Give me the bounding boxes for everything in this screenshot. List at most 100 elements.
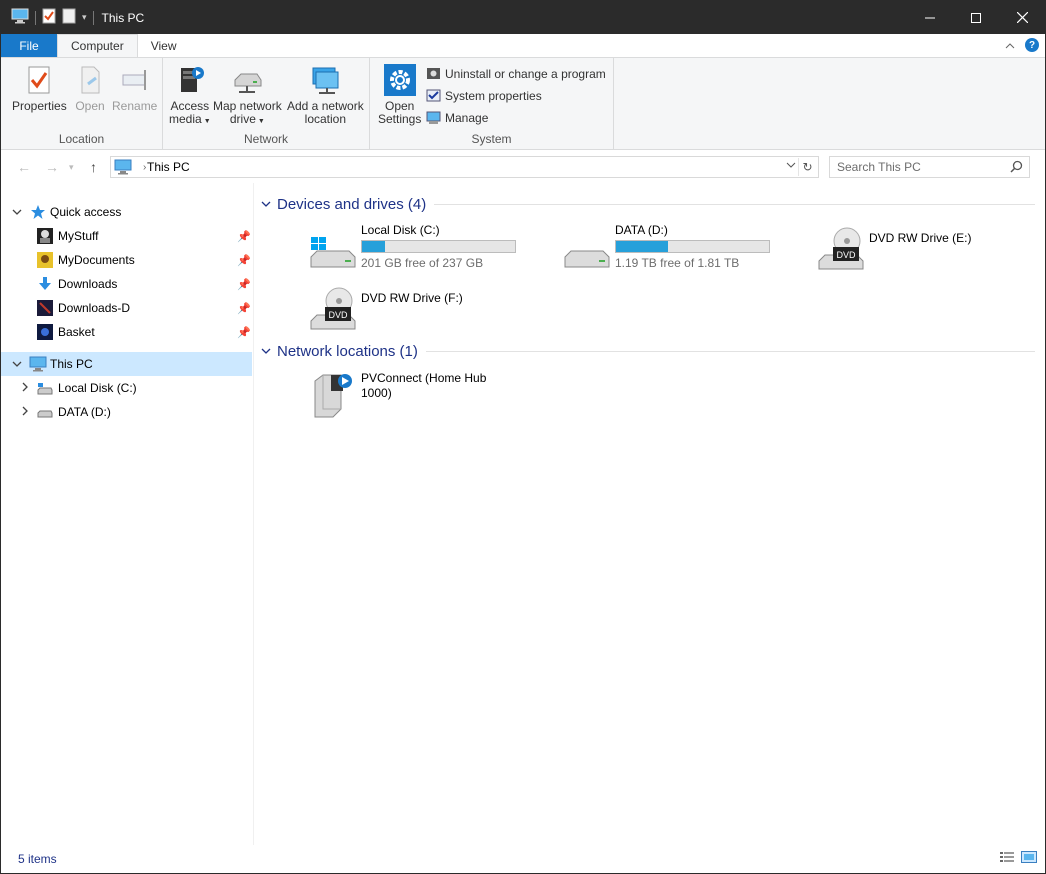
recent-locations-icon[interactable]: ▾ [69,162,74,173]
network-group-header[interactable]: Network locations (1) [261,341,1035,361]
properties-qa-icon[interactable] [42,8,56,27]
svg-text:DVD: DVD [328,310,348,320]
system-drive-icon [37,380,53,396]
drive-free-space: 201 GB free of 237 GB [361,256,484,270]
tab-view[interactable]: View [138,34,190,57]
pin-icon[interactable]: 📌 [237,278,251,291]
mydocuments-folder-icon [37,252,53,268]
nav-quick-item[interactable]: MyDocuments 📌 [1,248,252,272]
breadcrumb-chevron-icon[interactable]: › [143,162,146,173]
open-button[interactable]: Open [74,64,106,113]
address-dropdown-icon[interactable] [786,160,796,171]
svg-text:DVD: DVD [836,250,856,260]
help-icon[interactable]: ? [1025,38,1039,52]
rename-button[interactable]: Rename [112,64,157,113]
nav-quick-item[interactable]: Basket 📌 [1,320,252,344]
computer-management-icon [426,111,441,124]
collapse-chevron-icon[interactable] [261,345,277,357]
minimize-button[interactable] [907,1,953,34]
network-drive-icon [234,73,262,93]
rename-icon [122,70,146,90]
pin-icon[interactable]: 📌 [237,230,251,243]
qa-customize-icon[interactable]: ▾ [82,12,87,23]
refresh-icon[interactable]: ↻ [798,158,816,176]
window-controls [907,1,1045,34]
ribbon-controls: ? [1005,38,1039,52]
pin-icon[interactable]: 📌 [237,302,251,315]
media-server-icon [180,67,204,92]
properties-icon [28,66,50,94]
details-view-icon[interactable] [999,850,1015,867]
drive-tile-f[interactable]: DVD DVD RW Drive (F:) [309,283,463,331]
tab-computer[interactable]: Computer [57,34,138,57]
download-arrow-icon [37,276,53,292]
system-properties-button[interactable]: System properties [426,88,542,103]
expand-chevron-icon[interactable] [19,406,31,419]
computer-icon[interactable] [11,8,29,27]
drive-name: DATA (D:) [615,223,668,237]
mystuff-folder-icon [37,228,53,244]
network-location-name-cont: 1000) [361,386,392,400]
ribbon: Properties Open Rename Location Access m… [1,57,1045,150]
drive-name: DVD RW Drive (E:) [869,231,972,245]
ribbon-tabs: File Computer View ? [1,34,1045,57]
collapse-chevron-icon[interactable] [261,198,277,210]
tab-file[interactable]: File [1,34,57,57]
nav-drive-c[interactable]: Local Disk (C:) [1,376,252,400]
collapse-ribbon-icon[interactable] [1005,38,1015,52]
nav-quick-item[interactable]: Downloads-D 📌 [1,296,252,320]
nav-quick-item[interactable]: Downloads 📌 [1,272,252,296]
network-location-tile[interactable]: PVConnect (Home Hub 1000) [309,371,486,419]
nav-drive-d[interactable]: DATA (D:) [1,400,252,424]
access-media-button[interactable]: Access media ▼ [169,64,211,128]
system-group-label: System [471,132,512,146]
navigation-bar: ← → ▾ ↑ › This PC ↻ Search This PC [1,151,1045,183]
divider [434,203,1035,205]
new-folder-qa-icon[interactable] [62,8,76,27]
pin-icon[interactable]: 📌 [237,254,251,267]
network-location-name: PVConnect (Home Hub [361,371,487,385]
collapse-chevron-icon[interactable] [11,359,23,370]
pin-icon[interactable]: 📌 [237,326,251,339]
drive-icon [564,250,610,268]
add-network-location-button[interactable]: Add a network location [287,64,364,126]
back-arrow-icon[interactable]: ← [17,159,31,175]
nav-this-pc[interactable]: This PC [1,352,252,376]
up-arrow-icon[interactable]: ↑ [90,159,97,175]
dvd-drive-icon: DVD [818,227,864,270]
address-bar[interactable]: › This PC ↻ [110,156,819,178]
maximize-button[interactable] [953,1,999,34]
nav-quick-access[interactable]: Quick access [1,200,252,224]
collapse-chevron-icon[interactable] [11,207,23,218]
view-switcher [999,850,1037,867]
explorer-window: ▾ This PC File Computer View ? Propertie… [0,0,1046,874]
location-group: Properties Open Rename Location [1,58,163,149]
settings-gear-icon [383,64,416,96]
open-settings-button[interactable]: Open Settings [378,64,421,126]
expand-chevron-icon[interactable] [19,382,31,395]
forward-arrow-icon[interactable]: → [45,159,59,175]
drive-tile-d[interactable]: DATA (D:) 1.19 TB free of 1.81 TB [563,223,770,271]
tiles-view-icon[interactable] [1021,850,1037,867]
close-button[interactable] [999,1,1045,34]
drive-name: DVD RW Drive (F:) [361,291,463,305]
drive-tile-c[interactable]: Local Disk (C:) 201 GB free of 237 GB [309,223,516,271]
dvd-drive-icon: DVD [310,287,356,330]
drive-tile-e[interactable]: DVD DVD RW Drive (E:) [817,223,971,271]
drive-icon [37,404,53,420]
drive-usage-fill [616,241,669,252]
separator [92,10,94,25]
properties-button[interactable]: Properties [12,64,67,113]
search-input[interactable]: Search This PC [829,156,1030,178]
search-icon[interactable] [1010,160,1023,176]
nav-quick-item[interactable]: MyStuff 📌 [1,224,252,248]
uninstall-program-button[interactable]: Uninstall or change a program [426,66,606,81]
map-network-drive-button[interactable]: Map network drive ▼ [213,64,282,128]
breadcrumb[interactable]: This PC [147,160,190,174]
content-pane: Devices and drives (4) Local Disk (C:) 2… [255,183,1045,845]
system-drive-icon [310,237,356,268]
devices-group-header[interactable]: Devices and drives (4) [261,194,1035,214]
network-group-label: Network [243,132,288,146]
manage-button[interactable]: Manage [426,110,488,125]
system-group: Open Settings Uninstall or change a prog… [370,58,614,149]
